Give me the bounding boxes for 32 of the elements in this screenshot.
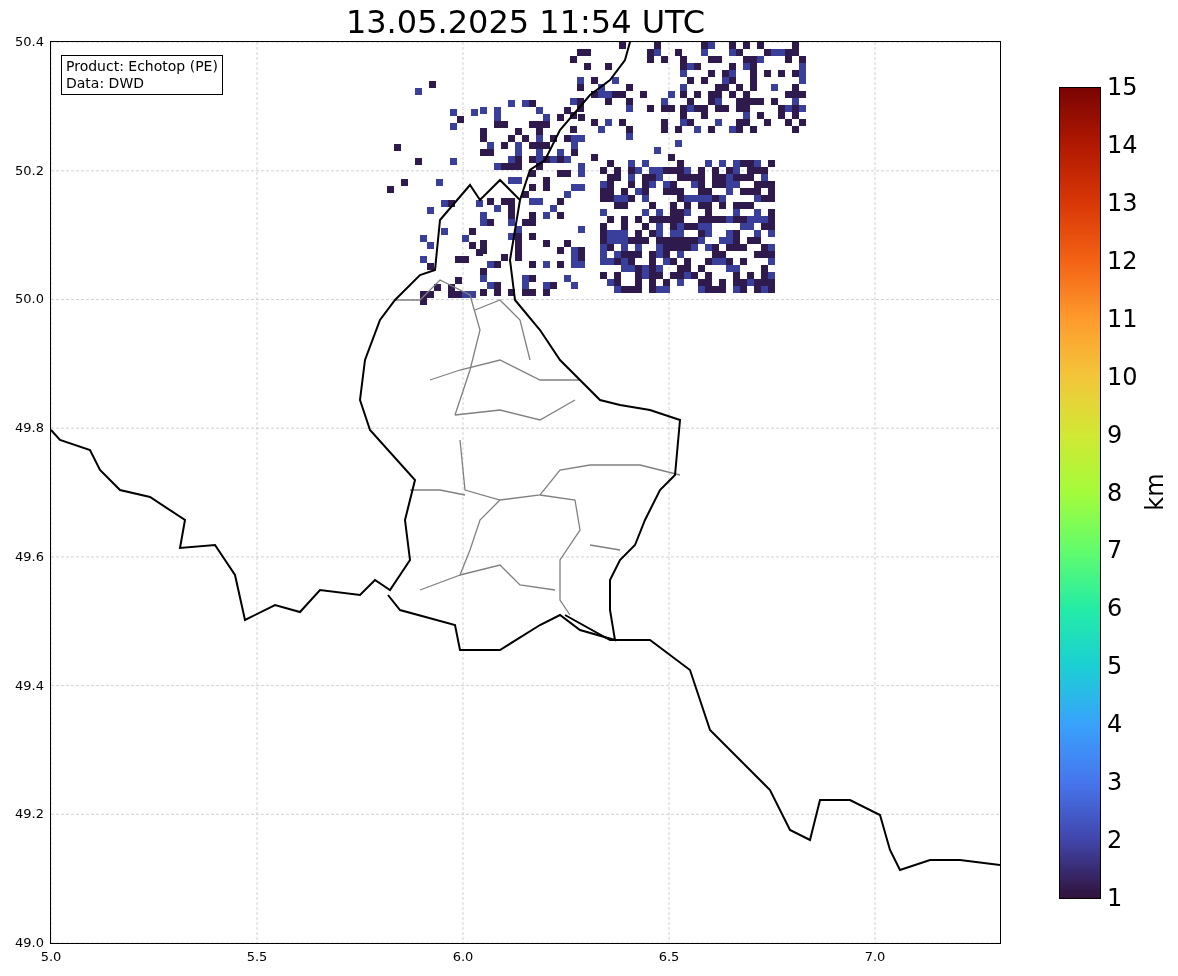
x-tick-label: 7.0 [863,949,887,965]
x-tick-label: 5.0 [39,949,63,965]
colorbar-tick-label: 5 [1107,652,1123,681]
x-tick-label: 6.5 [657,949,681,965]
colorbar-tick-label: 8 [1107,478,1123,507]
y-tick-label: 50.0 [14,291,44,308]
colorbar-tick-label: 2 [1107,826,1123,855]
colorbar-tick-label: 14 [1107,130,1138,159]
colorbar-tick-label: 9 [1107,420,1123,449]
colorbar-tick-label: 6 [1107,594,1123,623]
info-text: Product: Echotop (PE) [66,58,218,75]
y-tick-label: 49.2 [14,806,44,823]
info-text: Data: DWD [66,75,145,92]
colorbar-tick-label: 4 [1107,710,1123,739]
colorbar-label: km [1140,473,1169,511]
y-tick-label: 49.4 [14,677,44,694]
colorbar-tick-label: 12 [1107,246,1138,275]
y-tick-label: 49.0 [14,934,44,951]
x-tick-label: 6.0 [451,949,475,965]
y-tick-label: 49.8 [14,420,44,437]
colorbar-tick-label: 15 [1107,73,1138,101]
colorbar-tick-label: 1 [1107,884,1123,912]
colorbar-tick-label: 7 [1107,536,1123,565]
colorbar-tick-label: 3 [1107,768,1123,797]
x-tick-label: 5.5 [245,949,269,965]
y-tick-label: 50.4 [14,34,44,50]
y-tick-label: 50.2 [14,162,44,179]
colorbar-tick-label: 11 [1107,304,1138,333]
y-tick-label: 49.6 [14,548,44,565]
chart-title: 13.05.2025 11:54 UTC [344,2,707,42]
colorbar-tick-label: 13 [1107,188,1138,217]
colorbar-tick-label: 10 [1107,362,1138,391]
